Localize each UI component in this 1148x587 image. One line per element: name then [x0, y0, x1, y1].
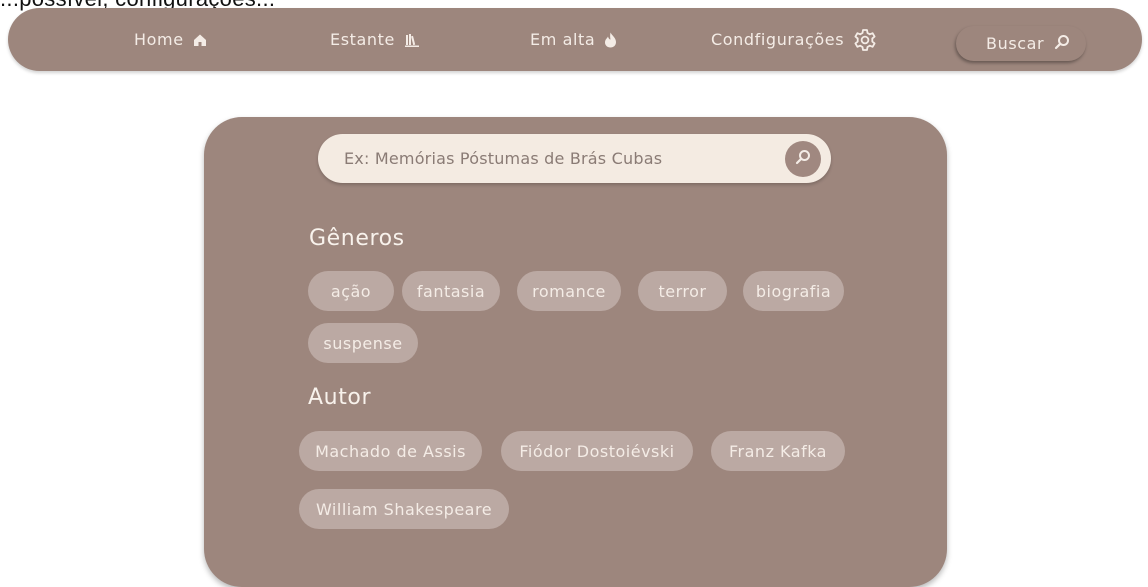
nav-settings-label: Condfigurações	[711, 30, 845, 49]
author-chip[interactable]: Franz Kafka	[711, 431, 845, 471]
search-panel: Gêneros ação fantasia romance terror bio…	[204, 117, 947, 587]
genre-chip[interactable]: romance	[517, 271, 621, 311]
nav-search-label: Buscar	[986, 34, 1045, 53]
author-chip[interactable]: Fiódor Dostoiévski	[501, 431, 693, 471]
authors-title: Autor	[308, 385, 372, 410]
nav-trending-label: Em alta	[530, 30, 596, 49]
genre-chip[interactable]: fantasia	[402, 271, 500, 311]
genre-chip[interactable]: terror	[638, 271, 727, 311]
nav-bookshelf-label: Estante	[330, 30, 395, 49]
nav-home[interactable]: Home	[134, 8, 207, 71]
genre-chip[interactable]: suspense	[308, 323, 418, 363]
book-search-input[interactable]	[344, 134, 774, 183]
author-chip[interactable]: William Shakespeare	[299, 489, 509, 529]
nav-home-label: Home	[134, 30, 184, 49]
bookshelf-icon	[404, 32, 420, 48]
home-icon	[193, 33, 207, 47]
nav-settings[interactable]: Condfigurações	[711, 8, 877, 71]
nav-bookshelf[interactable]: Estante	[330, 8, 420, 71]
top-navbar: Home Estante Em alta Condfigurações Busc…	[8, 8, 1142, 71]
search-icon	[795, 149, 811, 169]
flame-icon	[604, 32, 617, 48]
genres-title: Gêneros	[309, 226, 405, 251]
search-icon	[1054, 34, 1070, 54]
genre-chip[interactable]: ação	[308, 271, 394, 311]
author-chip[interactable]: Machado de Assis	[299, 431, 482, 471]
gear-icon	[853, 28, 877, 52]
nav-search-button[interactable]: Buscar	[956, 26, 1086, 61]
nav-trending[interactable]: Em alta	[530, 8, 617, 71]
book-search-button[interactable]	[785, 141, 821, 177]
book-search-box	[318, 134, 831, 183]
genre-chip[interactable]: biografia	[743, 271, 844, 311]
